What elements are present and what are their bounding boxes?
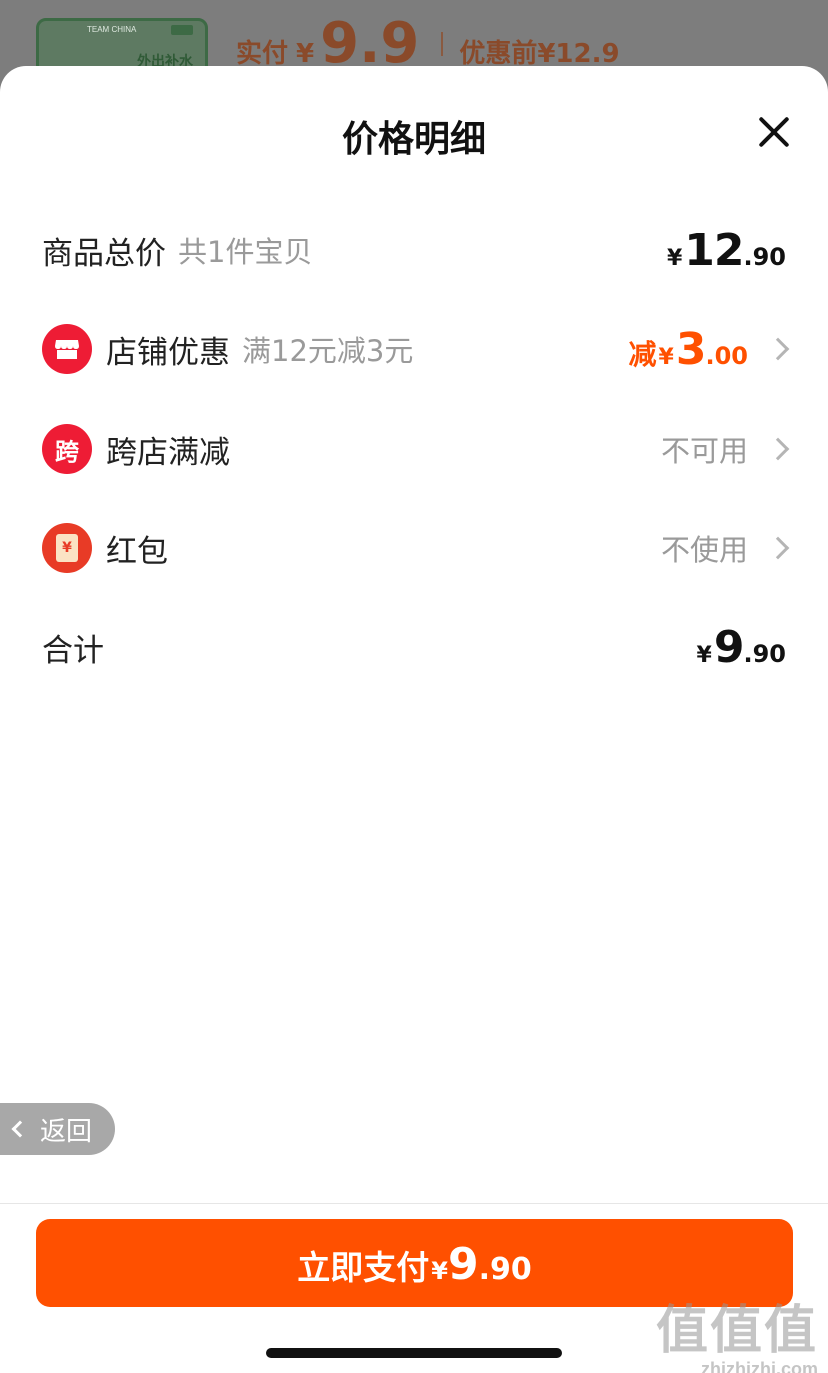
discount-prefix: 减 (628, 337, 657, 371)
total-label: 合计 (42, 632, 104, 669)
store-icon (42, 324, 92, 374)
discount-dec: .00 (705, 341, 748, 370)
subtotal-yen: ¥ (666, 245, 683, 271)
pay-dec: .90 (478, 1252, 532, 1287)
total-price: ¥ 9 .90 (697, 622, 786, 673)
original-label: 优惠前 (459, 39, 538, 69)
watermark-cn: 值值值 (655, 1301, 818, 1361)
thumbnail-team-text: TEAM CHINA (87, 25, 137, 34)
subtotal-label: 商品总价 (42, 235, 166, 272)
discount-int: 3 (675, 323, 707, 375)
pay-int: 9 (447, 1239, 479, 1290)
cross-store-label: 跨店满减 (106, 434, 230, 471)
chevron-left-icon (11, 1120, 29, 1138)
subtotal-row: 商品总价 共1件宝贝 ¥ 12 .90 (0, 210, 828, 290)
chevron-right-icon (766, 337, 790, 361)
background-price-row: 实付 ¥ 9.9 优惠前 ¥12.9 (236, 14, 620, 74)
subtotal-int: 12 (684, 224, 744, 276)
total-yen: ¥ (696, 642, 712, 668)
store-discount-label: 店铺优惠 (106, 334, 230, 371)
red-packet-symbol: ¥ (56, 534, 78, 562)
store-discount-row[interactable]: 店铺优惠 满12元减3元 减 ¥ 3 .00 (0, 309, 828, 389)
back-button[interactable]: 返回 (0, 1103, 115, 1155)
discount-yen: ¥ (658, 344, 674, 370)
chevron-right-icon (766, 437, 790, 461)
pay-yen: ¥ (431, 1257, 448, 1285)
footer-divider (0, 1203, 828, 1204)
price-separator (441, 32, 444, 56)
store-discount-rule: 满12元减3元 (242, 334, 414, 368)
subtotal-count: 共1件宝贝 (178, 235, 313, 269)
red-packet-status-wrap: 不使用 (661, 527, 748, 569)
paid-label: 实付 (236, 39, 289, 69)
pay-label: 立即支付 (297, 1248, 430, 1287)
subtotal-dec: .90 (743, 242, 786, 271)
cross-store-row[interactable]: 跨 跨店满减 不可用 (0, 409, 828, 489)
red-packet-row[interactable]: ¥ 红包 不使用 (0, 508, 828, 588)
close-icon[interactable] (756, 114, 792, 150)
thumbnail-badge (171, 25, 193, 35)
home-indicator[interactable] (266, 1348, 562, 1358)
cross-store-status: 不可用 (660, 434, 748, 468)
total-int: 9 (713, 621, 745, 673)
total-dec: .90 (743, 639, 786, 668)
cross-store-status-wrap: 不可用 (661, 428, 748, 470)
red-packet-icon: ¥ (42, 523, 92, 573)
store-discount-amount: 减 ¥ 3 .00 (629, 324, 748, 375)
paid-amount: 9.9 (320, 11, 420, 76)
sheet-title: 价格明细 (341, 119, 486, 160)
subtotal-price: ¥ 12 .90 (667, 225, 786, 276)
red-packet-label: 红包 (106, 533, 168, 570)
chevron-right-icon (766, 536, 790, 560)
original-price: ¥12.9 (537, 39, 620, 69)
cross-store-icon: 跨 (42, 424, 92, 474)
total-row: 合计 ¥ 9 .90 (0, 607, 828, 687)
back-label: 返回 (40, 1116, 93, 1147)
paid-yen: ¥ (296, 39, 315, 69)
price-detail-sheet: 价格明细 商品总价 共1件宝贝 ¥ 12 .90 店铺优惠 满12元减3元 减 … (0, 66, 828, 1373)
red-packet-status: 不使用 (660, 533, 748, 567)
watermark: 值值值 zhizhizhi.com (656, 1288, 818, 1373)
